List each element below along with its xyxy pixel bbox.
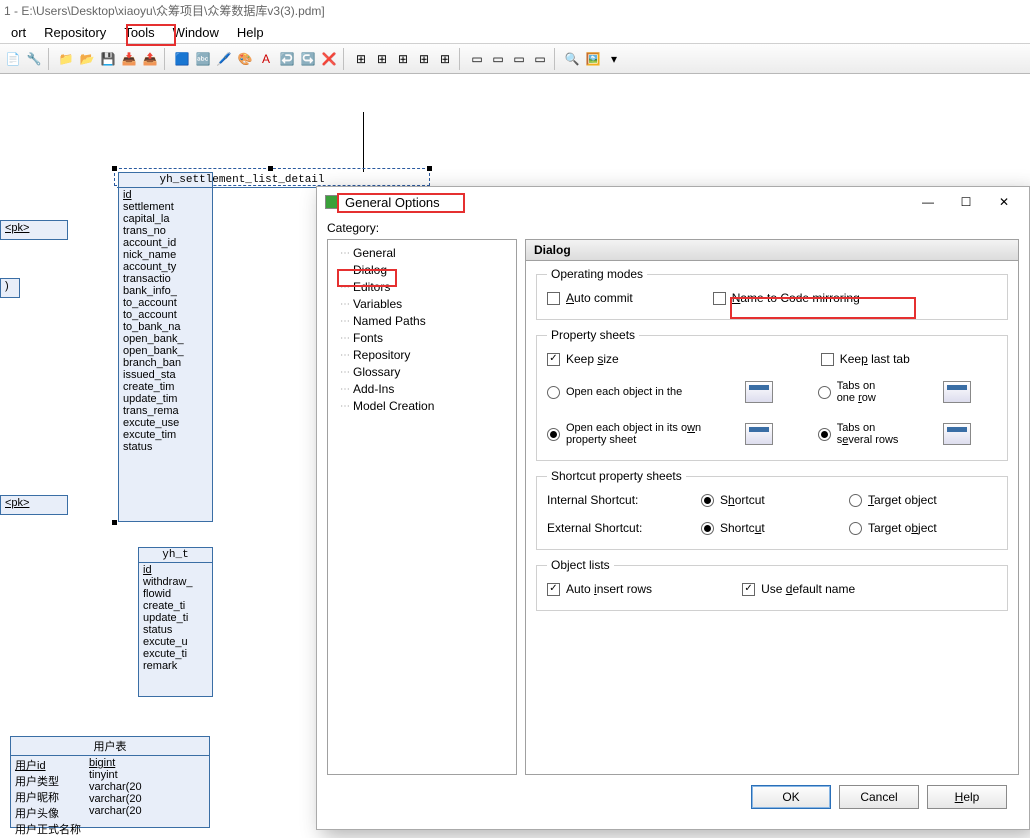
operating-modes-group: Operating modes Auto commit Name to Code… — [536, 267, 1008, 320]
tool-icon[interactable]: A — [257, 50, 275, 68]
tool-icon[interactable]: ⊞ — [352, 50, 370, 68]
tabs-one-row-radio[interactable]: Tabs onone row — [818, 380, 925, 404]
tool-icon[interactable]: 📂 — [78, 50, 96, 68]
tool-icon[interactable]: 📤 — [141, 50, 159, 68]
category-item[interactable]: Add-Ins — [330, 381, 514, 397]
keep-size-checkbox[interactable]: ✓ Keep size — [547, 352, 619, 366]
dialog-buttons: OK Cancel Help — [327, 775, 1019, 819]
sheet-icon — [745, 381, 773, 403]
tool-icon[interactable]: 🟦 — [173, 50, 191, 68]
tool-icon[interactable]: 🔍 — [563, 50, 581, 68]
tool-icon[interactable]: 📁 — [57, 50, 75, 68]
tool-icon[interactable]: ↩️ — [278, 50, 296, 68]
tool-icon[interactable]: ▭ — [489, 50, 507, 68]
menu-window[interactable]: Window — [164, 23, 228, 42]
toolbar: 📄 🔧 📁 📂 💾 📥 📤 🟦 🔤 🖊️ 🎨 A ↩️ ↪️ ❌ ⊞ ⊞ ⊞ ⊞… — [0, 44, 1030, 74]
entity-yh-t[interactable]: yh_t idwithdraw_flowidcreate_tiupdate_ti… — [138, 547, 213, 697]
menu-help[interactable]: Help — [228, 23, 273, 42]
category-tree[interactable]: GeneralDialogEditorsVariablesNamed Paths… — [327, 239, 517, 775]
maximize-button[interactable]: ☐ — [947, 188, 985, 216]
use-default-name-checkbox[interactable]: ✓ Use default name — [742, 582, 855, 596]
category-item[interactable]: Glossary — [330, 364, 514, 380]
category-item[interactable]: Fonts — [330, 330, 514, 346]
entity-settlement-detail[interactable]: yh_settlement_list_detail idsettlementca… — [118, 172, 213, 522]
keep-last-tab-checkbox[interactable]: Keep last tab — [821, 352, 910, 366]
tool-icon[interactable]: 🖼️ — [584, 50, 602, 68]
tool-icon[interactable]: 🖊️ — [215, 50, 233, 68]
tool-icon[interactable]: 💾 — [99, 50, 117, 68]
same-sheet-radio[interactable]: Open each object in the — [547, 385, 727, 399]
panel-title: Dialog — [526, 240, 1018, 261]
menu-bar: ort Repository Tools Window Help — [0, 22, 1030, 44]
dialog-icon — [325, 195, 339, 209]
dialog-title: General Options — [345, 195, 440, 210]
menu-report[interactable]: ort — [2, 23, 35, 42]
tool-icon[interactable]: 📄 — [4, 50, 22, 68]
sheet-icon — [943, 423, 971, 445]
internal-target-radio[interactable]: Target object — [849, 493, 997, 507]
tool-icon[interactable]: 📥 — [120, 50, 138, 68]
name-to-code-checkbox[interactable]: Name to Code mirroring — [713, 291, 860, 305]
category-item[interactable]: Editors — [330, 279, 514, 295]
category-item[interactable]: Dialog — [330, 262, 514, 278]
external-target-radio[interactable]: Target object — [849, 521, 997, 535]
category-item[interactable]: General — [330, 245, 514, 261]
tool-icon[interactable]: ⊞ — [373, 50, 391, 68]
external-shortcut-label: External Shortcut: — [547, 521, 677, 535]
tool-icon[interactable]: ❌ — [320, 50, 338, 68]
internal-shortcut-label: Internal Shortcut: — [547, 493, 677, 507]
shortcut-sheets-group: Shortcut property sheets Internal Shortc… — [536, 469, 1008, 550]
property-sheets-group: Property sheets ✓ Keep size Keep last ta… — [536, 328, 1008, 461]
general-options-dialog: General Options — ☐ ✕ Category: GeneralD… — [316, 186, 1030, 830]
auto-commit-checkbox[interactable]: Auto commit — [547, 291, 633, 305]
category-item[interactable]: Repository — [330, 347, 514, 363]
tool-icon[interactable]: ⊞ — [415, 50, 433, 68]
entity-user-table[interactable]: 用户表 用户id用户类型用户昵称用户头像用户正式名称biginttinyintv… — [10, 736, 210, 828]
tool-icon[interactable]: ▭ — [510, 50, 528, 68]
tool-icon[interactable]: ⊞ — [394, 50, 412, 68]
sheet-icon — [943, 381, 971, 403]
cancel-button[interactable]: Cancel — [839, 785, 919, 809]
sheet-icon — [745, 423, 773, 445]
tool-icon[interactable]: 🔧 — [25, 50, 43, 68]
tool-icon[interactable]: ▾ — [605, 50, 623, 68]
category-item[interactable]: Named Paths — [330, 313, 514, 329]
internal-shortcut-radio[interactable]: Shortcut — [701, 493, 825, 507]
external-shortcut-radio[interactable]: Shortcut — [701, 521, 825, 535]
settings-panel: Dialog Operating modes Auto commit Name … — [525, 239, 1019, 775]
entity-pk[interactable]: <pk> — [0, 495, 68, 515]
category-item[interactable]: Variables — [330, 296, 514, 312]
menu-repository[interactable]: Repository — [35, 23, 115, 42]
menu-tools[interactable]: Tools — [115, 23, 163, 42]
category-label: Category: — [327, 221, 1019, 235]
tool-icon[interactable]: ⊞ — [436, 50, 454, 68]
tool-icon[interactable]: 🎨 — [236, 50, 254, 68]
minimize-button[interactable]: — — [909, 188, 947, 216]
category-item[interactable]: Model Creation — [330, 398, 514, 414]
title-bar: 1 - E:\Users\Desktop\xiaoyu\众筹项目\众筹数据库v3… — [0, 0, 1030, 22]
own-sheet-radio[interactable]: Open each object in its ownproperty shee… — [547, 422, 727, 446]
tool-icon[interactable]: ▭ — [468, 50, 486, 68]
tool-icon[interactable]: ▭ — [531, 50, 549, 68]
entity-pk[interactable]: <pk> — [0, 220, 68, 240]
object-lists-group: Object lists ✓ Auto insert rows ✓ Use de… — [536, 558, 1008, 611]
help-button[interactable]: Help — [927, 785, 1007, 809]
auto-insert-checkbox[interactable]: ✓ Auto insert rows — [547, 582, 652, 596]
tool-icon[interactable]: ↪️ — [299, 50, 317, 68]
close-button[interactable]: ✕ — [985, 188, 1023, 216]
dialog-titlebar[interactable]: General Options — ☐ ✕ — [317, 187, 1029, 217]
tabs-several-rows-radio[interactable]: Tabs onseveral rows — [818, 422, 925, 446]
tool-icon[interactable]: 🔤 — [194, 50, 212, 68]
ok-button[interactable]: OK — [751, 785, 831, 809]
entity-fragment[interactable]: ) — [0, 278, 20, 298]
